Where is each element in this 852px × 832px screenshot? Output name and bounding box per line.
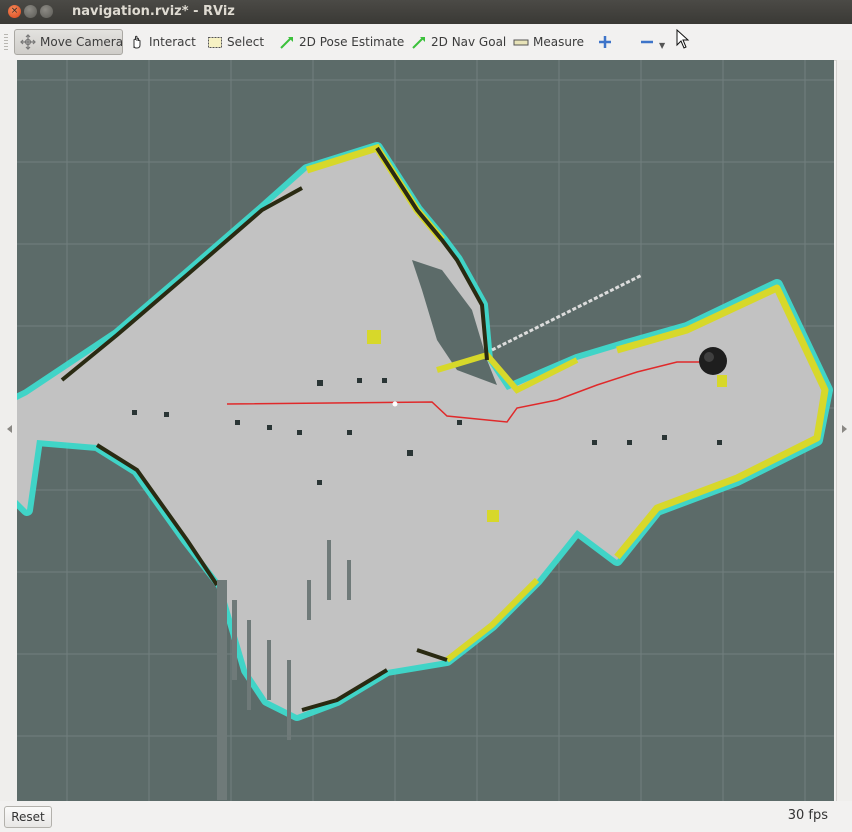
tool-label: Select (227, 35, 265, 49)
tool-interact[interactable]: Interact (124, 29, 196, 55)
tool-2d-nav-goal[interactable]: 2D Nav Goal (406, 29, 506, 55)
window-minimize-button[interactable] (24, 5, 37, 18)
hand-icon (129, 34, 145, 50)
tool-label: 2D Pose Estimate (299, 35, 405, 49)
minus-icon (639, 34, 655, 50)
fps-indicator: 30 fps (787, 808, 828, 823)
green-arrow-icon (279, 34, 295, 50)
tool-label: Move Camera (40, 35, 124, 49)
close-icon: × (10, 6, 19, 16)
tool-move-camera[interactable]: Move Camera (14, 29, 123, 55)
green-arrow-icon (411, 34, 427, 50)
select-box-icon (207, 34, 223, 50)
tool-label: Measure (533, 35, 584, 49)
chevron-down-icon: ▼ (659, 40, 666, 50)
window-titlebar: × navigation.rviz* - RViz (0, 0, 852, 24)
reset-button[interactable]: Reset (4, 806, 52, 828)
add-tool-button[interactable] (592, 29, 618, 55)
tool-label: Interact (149, 35, 196, 49)
robot-start-marker (392, 401, 398, 407)
tool-label: 2D Nav Goal (431, 35, 507, 49)
map-canvas[interactable] (17, 60, 834, 801)
ruler-icon (513, 34, 529, 50)
mouse-cursor-icon (676, 28, 690, 52)
window-maximize-button[interactable] (40, 5, 53, 18)
move-camera-icon (20, 34, 36, 50)
render-viewport[interactable] (17, 60, 834, 801)
tool-select[interactable]: Select (202, 29, 266, 55)
remove-tool-button[interactable]: ▼ (634, 29, 668, 55)
status-bar: Reset 30 fps (0, 801, 852, 832)
robot-highlight (704, 352, 714, 362)
collapse-left-icon[interactable] (7, 425, 12, 433)
toolbar-grip[interactable] (4, 34, 8, 50)
tool-measure[interactable]: Measure (508, 29, 586, 55)
tools-toolbar: Move Camera Interact Select 2D Pose Esti… (0, 24, 852, 61)
window-title: navigation.rviz* - RViz (72, 4, 235, 19)
window-close-button[interactable]: × (8, 5, 21, 18)
collapse-right-icon[interactable] (842, 425, 847, 433)
tool-2d-pose-estimate[interactable]: 2D Pose Estimate (274, 29, 404, 55)
robot-model (699, 347, 727, 375)
plus-icon (597, 34, 613, 50)
